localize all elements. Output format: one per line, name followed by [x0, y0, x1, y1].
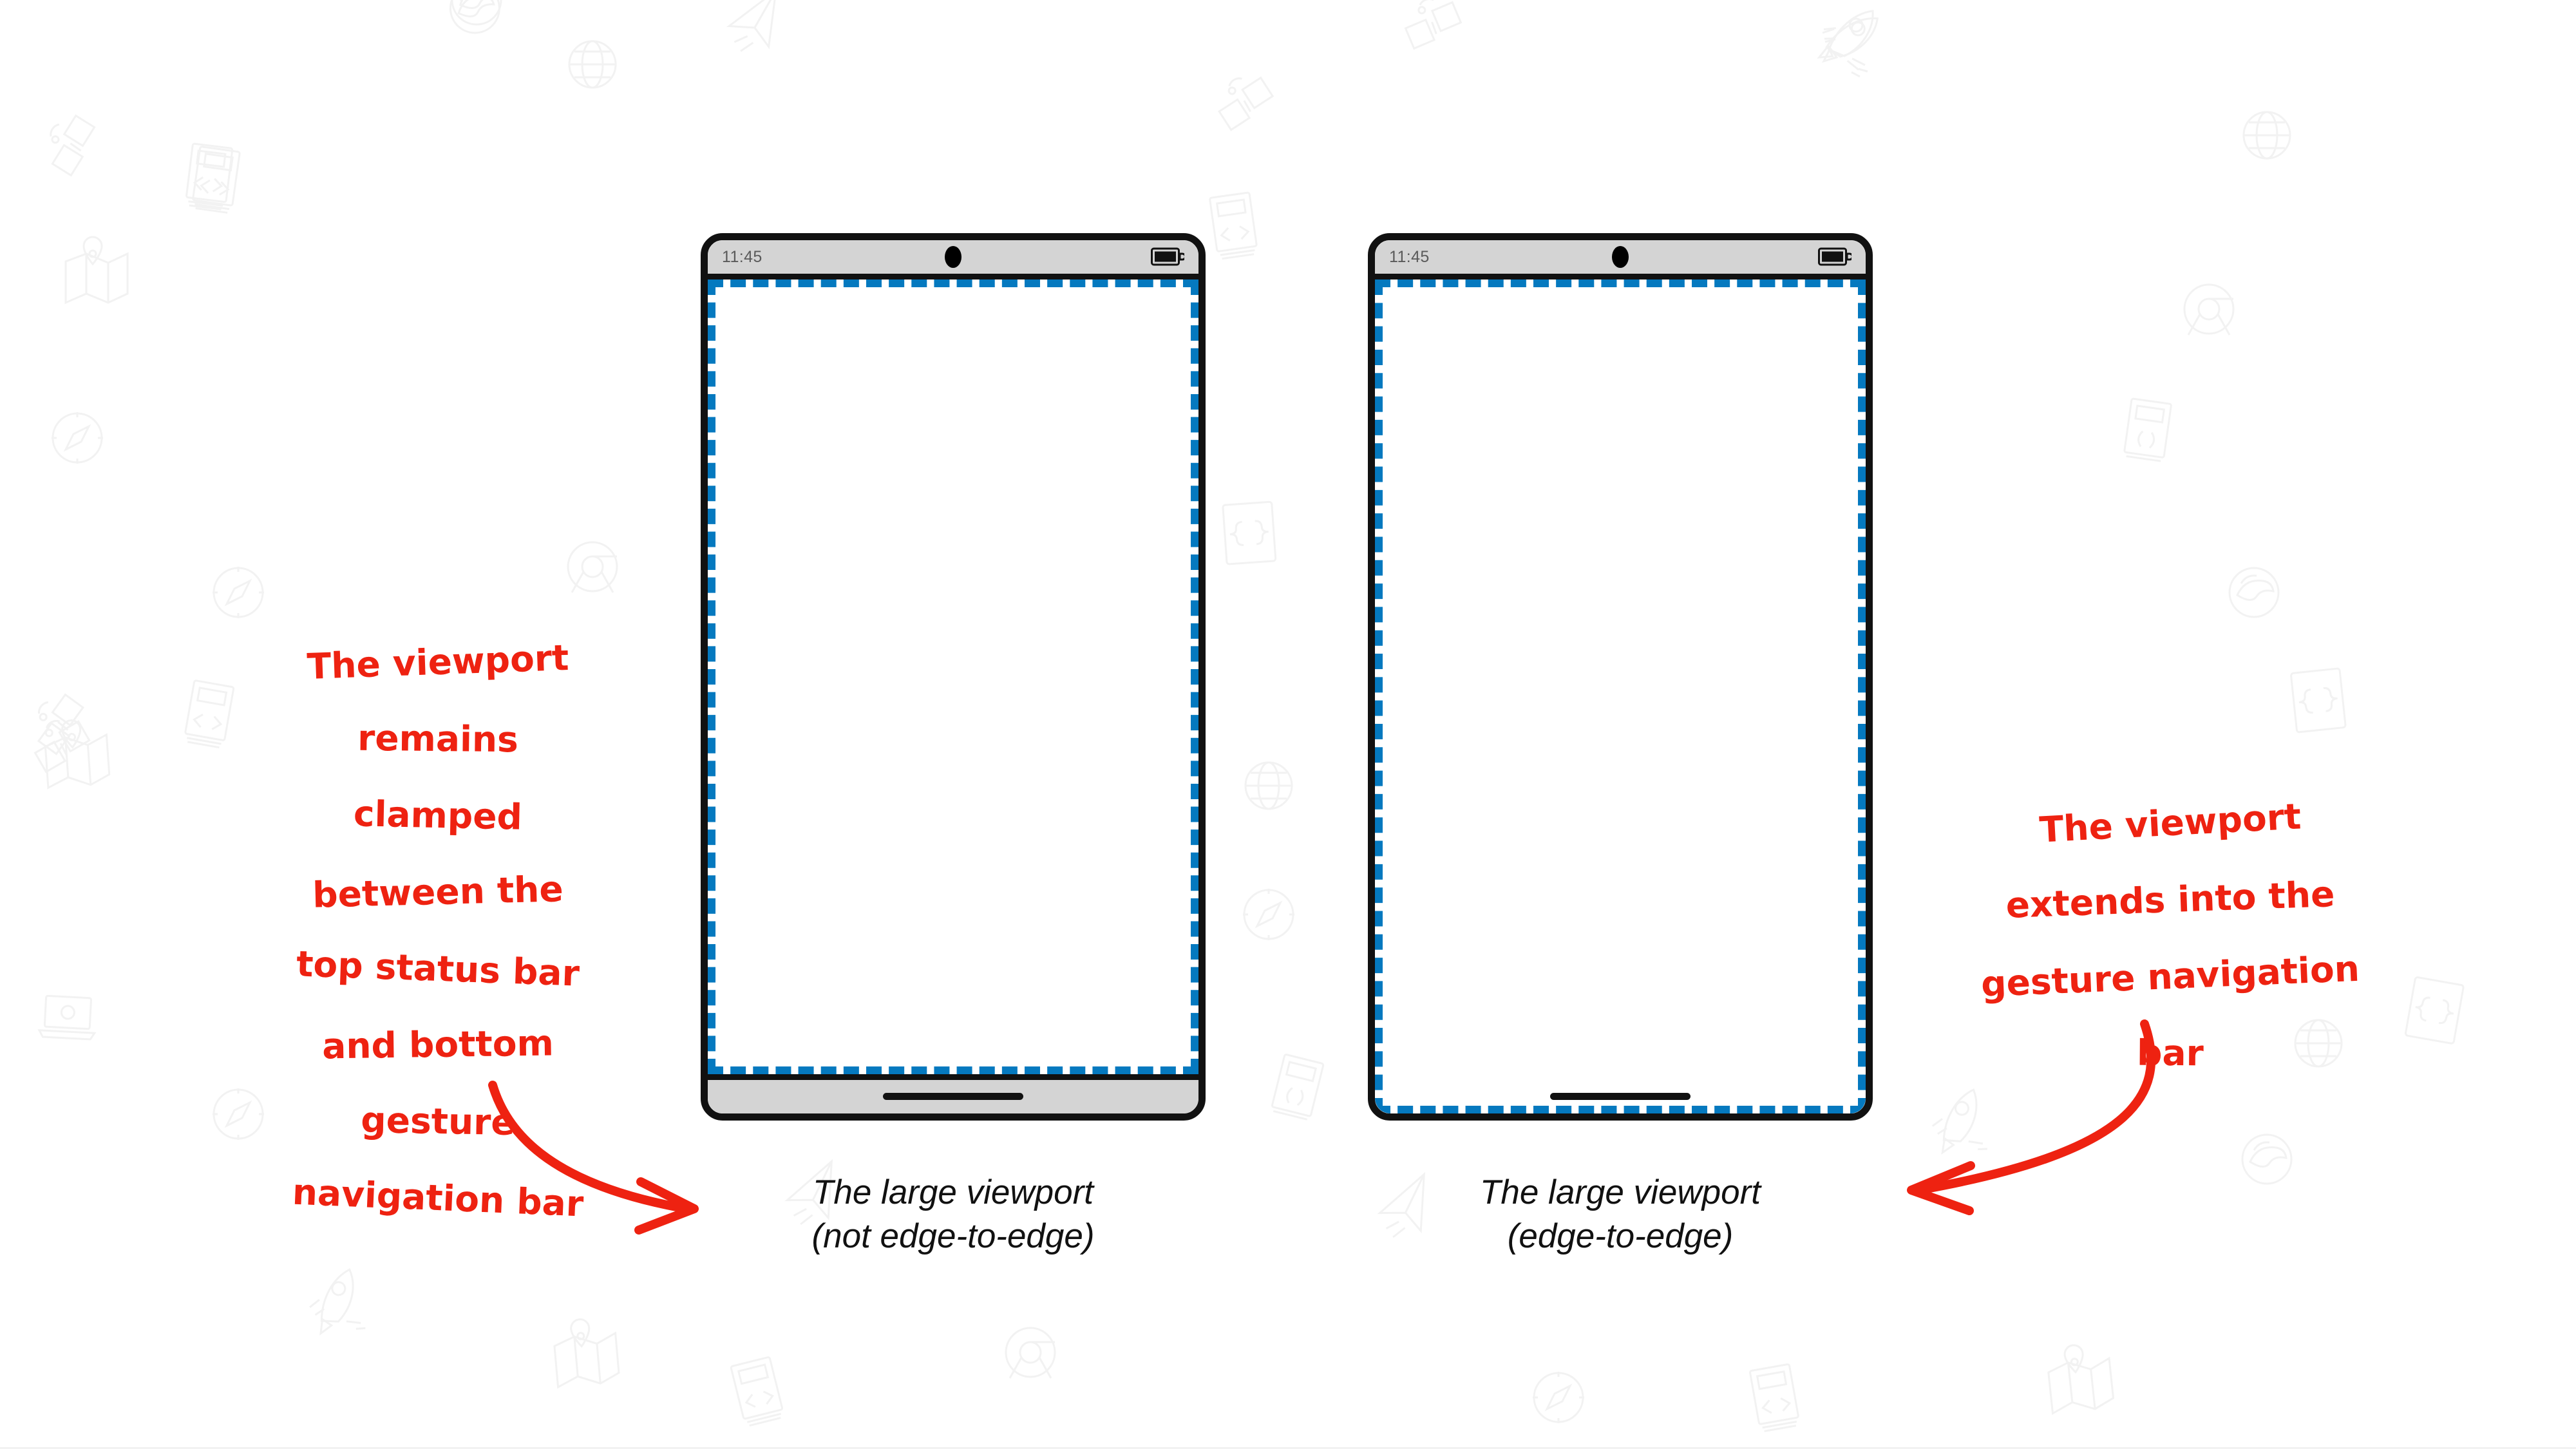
- annotation-left-line-2: remains: [357, 717, 519, 761]
- battery-full-icon: [1151, 247, 1184, 266]
- front-camera-dot-icon: [945, 246, 961, 268]
- phone-screen-edge-to-edge: 11:45: [1375, 240, 1866, 1113]
- caption-not-edge-to-edge: The large viewport (not edge-to-edge): [811, 1173, 1095, 1255]
- gesture-handle-pill-icon[interactable]: [883, 1093, 1023, 1100]
- viewport-clamped: [708, 279, 1198, 1074]
- annotation-right-line-2: extends into the: [2005, 873, 2336, 927]
- annotation-left-line-5: top status bar: [296, 942, 580, 994]
- phone-edge-to-edge: 11:45: [1368, 233, 1873, 1121]
- phone-screen-not-edge-to-edge: 11:45: [708, 240, 1198, 1113]
- annotation-right-line-1: The viewport: [2038, 795, 2302, 851]
- viewport-extended: [1375, 279, 1866, 1113]
- caption-edge-to-edge: The large viewport (edge-to-edge): [1480, 1173, 1761, 1255]
- annotation-left-arrow: [488, 1081, 699, 1235]
- annotation-right-arrow: [1907, 1019, 2156, 1215]
- phone-not-edge-to-edge: 11:45: [701, 233, 1206, 1121]
- battery-full-icon: [1818, 247, 1852, 266]
- front-camera-dot-icon: [1612, 246, 1629, 268]
- status-bar-edge-to-edge: 11:45: [1375, 240, 1866, 279]
- annotation-left-line-1: The viewport: [306, 637, 570, 688]
- annotation-right-line-3: gesture navigation: [1980, 947, 2361, 1005]
- status-bar-time: 11:45: [1389, 247, 1430, 266]
- annotation-left-line-3: clamped: [353, 793, 523, 838]
- annotation-left-line-4: between the: [312, 867, 564, 916]
- status-bar-time: 11:45: [722, 247, 762, 266]
- gesture-handle-pill-icon[interactable]: [1550, 1093, 1690, 1100]
- status-bar-not-edge-to-edge: 11:45: [708, 240, 1198, 279]
